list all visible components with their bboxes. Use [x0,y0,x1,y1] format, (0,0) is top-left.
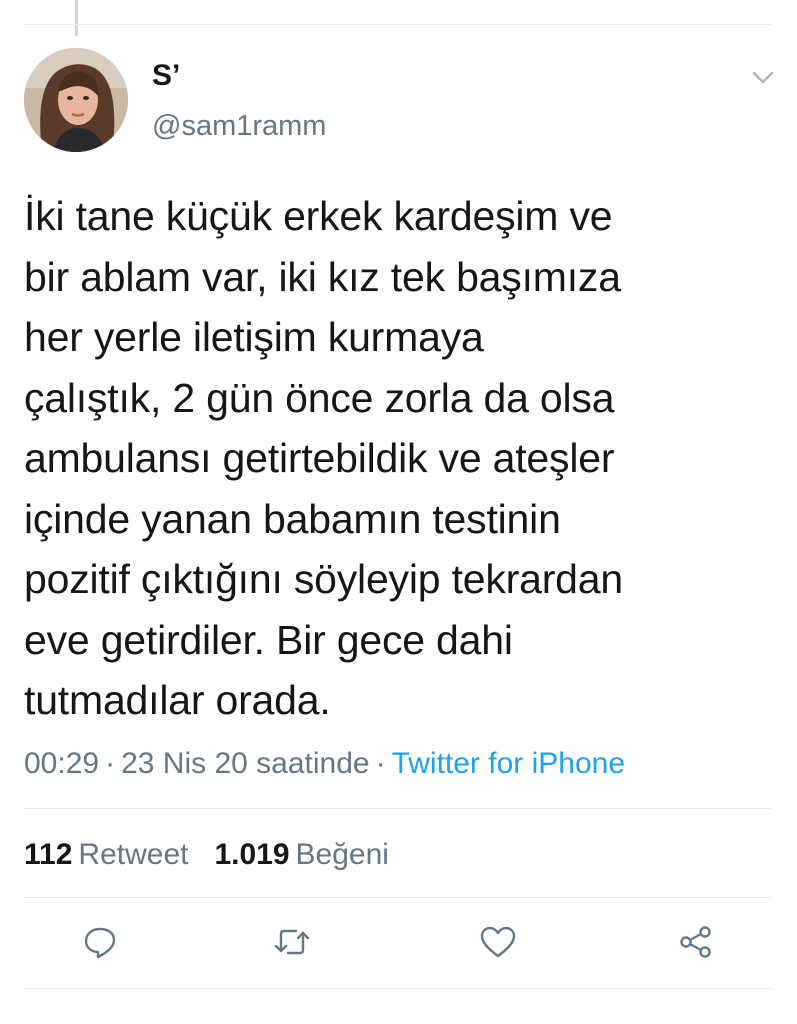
tweet-text: İki tane küçük erkek kardeşim ve bir abl… [24,193,623,723]
reply-icon [84,927,116,959]
display-name[interactable]: S’ [152,58,180,94]
meta-separator: · [375,747,386,780]
tweet-meta: 00:29 · 23 Nis 20 saatinde · Twitter for iPh… [24,745,625,783]
tweet-time: 00:29 [24,747,100,780]
meta-separator: · [105,747,116,780]
user-handle[interactable]: @sam1ramm [152,108,326,144]
retweets-count: 112 [24,838,73,871]
retweets-label: Retweet [78,838,189,871]
avatar-photo [24,48,128,152]
divider [24,988,773,989]
divider [24,808,773,809]
top-divider [24,24,773,25]
like-button[interactable] [478,922,518,962]
retweets-stat[interactable]: 112 Retweet [24,836,188,874]
tweet-date: 23 Nis 20 saatinde [121,747,370,780]
tweet-source-link[interactable]: Twitter for iPhone [392,747,625,780]
share-icon [680,926,711,958]
divider [24,897,773,898]
reply-button[interactable] [80,922,120,962]
likes-stat[interactable]: 1.019 Beğeni [214,836,389,874]
tweet-stats: 112 Retweet 1.019 Beğeni [24,836,389,874]
avatar[interactable] [24,48,128,152]
likes-label: Beğeni [295,838,389,871]
likes-count: 1.019 [214,838,290,871]
chevron-down-icon[interactable] [748,62,778,92]
share-button[interactable] [676,922,716,962]
retweet-button[interactable] [272,922,312,962]
retweet-icon [274,929,310,955]
heart-icon [480,926,516,958]
thread-connector-line [75,0,78,36]
